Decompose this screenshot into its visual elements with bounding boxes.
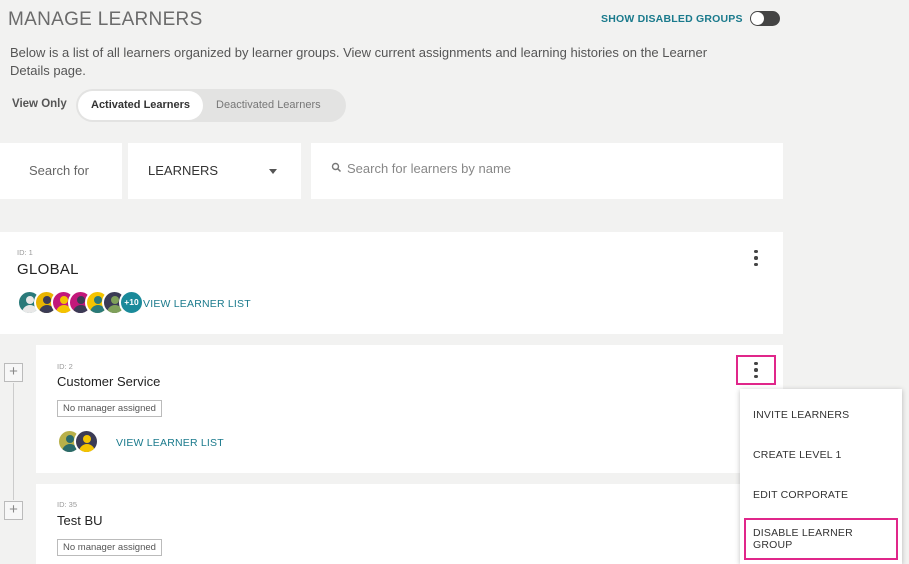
more-avatars-badge: +10 (119, 290, 144, 315)
learner-group-card-test-bu: ID: 35 Test BU No manager assigned (36, 484, 783, 564)
search-type-select[interactable]: LEARNERS (128, 143, 301, 199)
manager-badge: No manager assigned (57, 539, 162, 556)
group-id: ID: 35 (57, 500, 78, 509)
toggle-knob (750, 12, 764, 25)
search-type-value: LEARNERS (148, 163, 219, 178)
menu-item-invite-learners[interactable]: INVITE LEARNERS (753, 409, 849, 421)
deactivated-learners-option[interactable]: Deactivated Learners (203, 91, 334, 120)
page-title: MANAGE LEARNERS (8, 9, 203, 30)
page-description: Below is a list of all learners organize… (10, 45, 708, 78)
show-disabled-groups-toggle[interactable]: SHOW DISABLED GROUPS (601, 11, 780, 26)
learner-avatars (57, 429, 99, 454)
group-id: ID: 1 (17, 248, 33, 257)
learner-avatars: +10 (17, 290, 144, 315)
group-id: ID: 2 (57, 362, 73, 371)
search-input[interactable] (347, 157, 767, 179)
group-name: Customer Service (57, 374, 161, 389)
search-box (311, 143, 783, 199)
search-icon (331, 162, 342, 173)
learner-status-filter: Activated Learners Deactivated Learners (76, 89, 346, 122)
group-name: GLOBAL (17, 261, 79, 278)
activated-learners-option[interactable]: Activated Learners (78, 91, 204, 120)
more-options-icon[interactable] (746, 247, 766, 269)
view-learner-list-link[interactable]: VIEW LEARNER LIST (143, 298, 251, 310)
caret-down-icon (269, 169, 277, 174)
expand-icon[interactable]: + (4, 363, 23, 382)
view-only-label: View Only (12, 98, 67, 110)
more-options-icon[interactable] (736, 355, 776, 385)
search-for-label: Search for (0, 143, 122, 199)
manager-badge: No manager assigned (57, 400, 162, 417)
learner-group-card-customer-service: ID: 2 Customer Service No manager assign… (36, 345, 783, 473)
menu-item-disable-learner-group[interactable]: DISABLE LEARNER GROUP (744, 518, 898, 560)
group-name: Test BU (57, 513, 103, 528)
learner-group-card-global: ID: 1 GLOBAL +10 VIEW LEARNER LIST (0, 232, 783, 334)
menu-item-create-level-1[interactable]: CREATE LEVEL 1 (753, 449, 842, 461)
menu-item-edit-corporate[interactable]: EDIT CORPORATE (753, 489, 848, 501)
avatar (74, 429, 99, 454)
show-disabled-groups-label: SHOW DISABLED GROUPS (601, 12, 743, 25)
tree-connector (13, 383, 14, 500)
group-options-menu: INVITE LEARNERS CREATE LEVEL 1 EDIT CORP… (740, 389, 902, 564)
view-learner-list-link[interactable]: VIEW LEARNER LIST (116, 437, 224, 449)
toggle-switch[interactable] (749, 11, 780, 26)
expand-icon[interactable]: + (4, 501, 23, 520)
